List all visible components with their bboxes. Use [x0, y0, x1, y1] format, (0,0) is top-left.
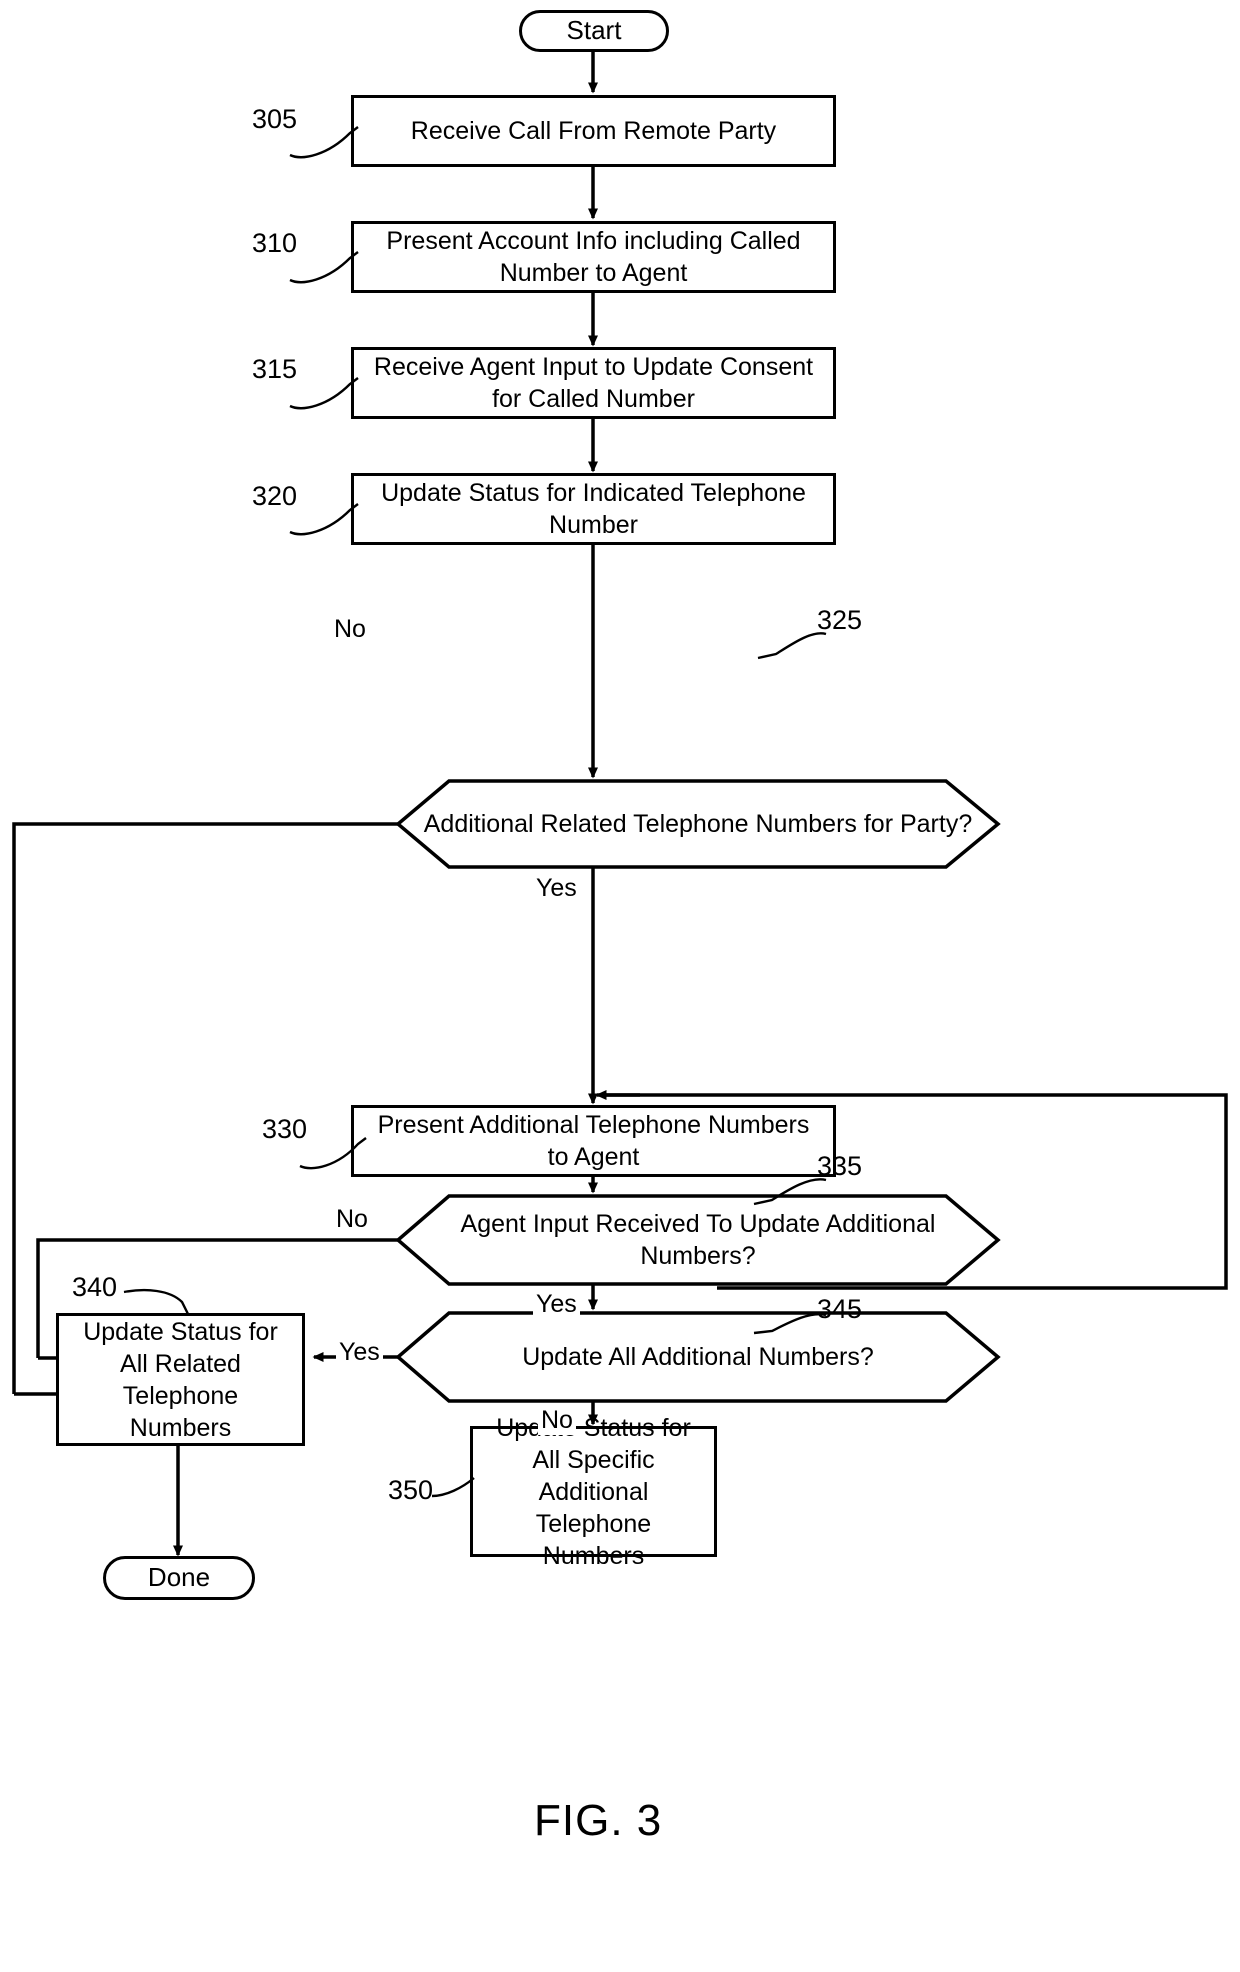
edge-label-335-yes: Yes — [533, 1290, 580, 1319]
leader-310 — [289, 251, 359, 284]
edge-label-345-yes: Yes — [336, 1338, 383, 1367]
leader-315 — [289, 377, 359, 410]
node-325-label: Additional Related Telephone Numbers for… — [423, 810, 973, 838]
leader-330 — [299, 1137, 367, 1170]
node-done[interactable]: Done — [103, 1556, 255, 1600]
node-315[interactable]: Receive Agent Input to Update Consent fo… — [351, 347, 836, 419]
figure-caption: FIG. 3 — [534, 1796, 663, 1845]
node-305[interactable]: Receive Call From Remote Party — [351, 95, 836, 167]
edge-label-325-no: No — [331, 615, 369, 644]
edge-label-345-no: No — [538, 1406, 576, 1435]
node-start-label: Start — [566, 15, 622, 46]
node-340-label: Update Status for All Related Telephone … — [83, 1317, 278, 1442]
leader-340 — [123, 1288, 190, 1315]
node-325[interactable]: Additional Related Telephone Numbers for… — [418, 781, 978, 867]
node-345-label: Update All Additional Numbers? — [522, 1343, 874, 1371]
flowchart-canvas: Start Done Receive Call From Remote Part… — [0, 0, 1240, 1972]
node-305-label: Receive Call From Remote Party — [410, 117, 777, 145]
leader-305 — [289, 126, 359, 159]
leader-325 — [757, 632, 827, 660]
leader-345 — [753, 1313, 827, 1335]
node-done-label: Done — [147, 1562, 211, 1593]
edge-label-335-no: No — [333, 1205, 371, 1234]
node-320-label: Update Status for Indicated Telephone Nu… — [381, 479, 806, 539]
node-330[interactable]: Present Additional Telephone Numbers to … — [351, 1105, 836, 1177]
node-320[interactable]: Update Status for Indicated Telephone Nu… — [351, 473, 836, 545]
ref-350: 350 — [388, 1475, 434, 1505]
node-315-label: Receive Agent Input to Update Consent fo… — [373, 353, 814, 413]
edge-label-325-yes: Yes — [533, 874, 580, 903]
leader-335 — [753, 1178, 827, 1206]
ref-340: 340 — [72, 1272, 118, 1302]
node-335-label: Agent Input Received To Update Additiona… — [460, 1210, 936, 1270]
node-310[interactable]: Present Account Info including Called Nu… — [351, 221, 836, 293]
node-310-label: Present Account Info including Called Nu… — [386, 227, 801, 287]
node-350-label: Update Status for All Specific Additiona… — [496, 1413, 691, 1570]
flowchart-connectors — [12, 51, 1228, 1557]
node-start[interactable]: Start — [519, 10, 669, 52]
node-345[interactable]: Update All Additional Numbers? — [418, 1313, 978, 1401]
leader-350 — [431, 1477, 475, 1498]
node-330-label: Present Additional Telephone Numbers to … — [377, 1111, 810, 1171]
node-350[interactable]: Update Status for All Specific Additiona… — [470, 1414, 717, 1570]
edge-325-no-rail — [12, 822, 398, 1394]
leader-320 — [289, 503, 359, 536]
node-335[interactable]: Agent Input Received To Update Additiona… — [418, 1196, 978, 1284]
node-340[interactable]: Update Status for All Related Telephone … — [56, 1313, 305, 1446]
